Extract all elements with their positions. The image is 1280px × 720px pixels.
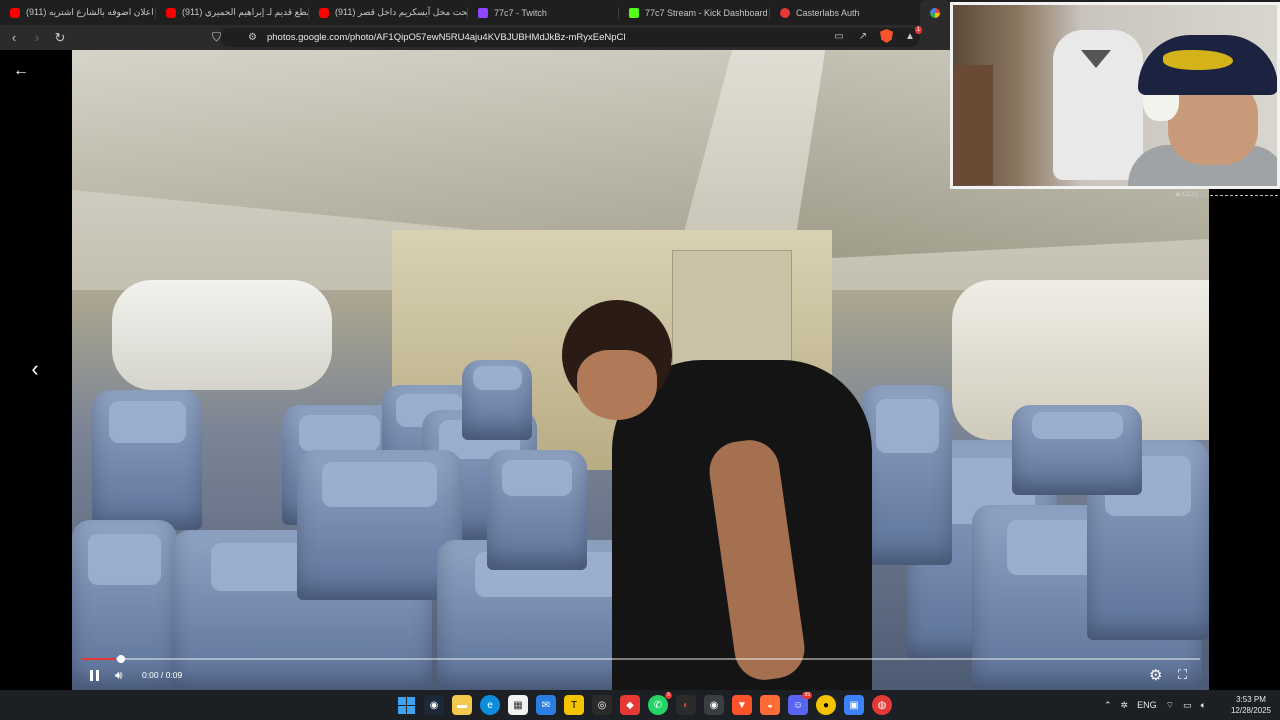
seat <box>72 520 177 690</box>
streamer <box>1128 35 1277 186</box>
address-bar[interactable]: ⛉ ⚙ photos.google.com/photo/AF1QipO57ewN… <box>212 28 920 47</box>
url-text[interactable]: photos.google.com/photo/AF1QipO57ewN5RU4… <box>267 32 626 43</box>
steam-icon[interactable]: ◉ <box>424 695 444 715</box>
notification-badge: 99 <box>802 692 812 699</box>
youtube-icon <box>319 7 329 18</box>
back-arrow-icon[interactable]: ← <box>12 62 30 80</box>
language-indicator[interactable]: ENG <box>1137 700 1157 710</box>
brave-shields-icon[interactable] <box>880 29 893 43</box>
video-progress-bar[interactable] <box>82 655 1200 663</box>
casterlabs-icon <box>780 7 790 18</box>
previous-photo-icon[interactable]: ‹ <box>26 356 44 381</box>
toolbar-actions: ▭ ↗ ▲ 1 <box>832 26 922 43</box>
app-yellow-icon[interactable]: ● <box>816 695 836 715</box>
tab-youtube-3[interactable]: (911) فتحت محل آيسكريم داخل قصر ! <box>309 0 467 25</box>
cabin-window <box>112 280 332 390</box>
tab-casterlabs[interactable]: Casterlabs Auth <box>770 0 920 25</box>
edge-icon[interactable]: e <box>480 695 500 715</box>
tab-kick-dashboard[interactable]: 77c7 Stream - Kick Dashboard <box>619 0 769 25</box>
youtube-icon <box>10 7 20 18</box>
text-editor-icon[interactable]: T <box>564 695 584 715</box>
taskbar-apps: ◉ ▬ e ▦ ✉ T ◎ ◆ ✆ 5 ◐ ◉ ▼ ◒ ☺ 99 ● ▣ ◍ <box>396 692 892 715</box>
tab-twitch[interactable]: 77c7 - Twitch <box>468 0 618 25</box>
seat <box>462 360 532 440</box>
scrubber-handle[interactable] <box>117 655 125 663</box>
tab-youtube-1[interactable]: (911) اي اعلان اضوفه بالشارع اشتريه !! <box>0 0 155 25</box>
webcam-tag: ◙ |GCC| <box>1176 192 1198 198</box>
twitch-icon <box>478 7 488 18</box>
network-icon[interactable]: ⌔ <box>1166 700 1174 711</box>
tab-title: (911) فتحت محل آيسكريم داخل قصر ! <box>335 7 467 17</box>
tab-title: 77c7 Stream - Kick Dashboard <box>645 7 768 18</box>
brave-icon[interactable]: ▼ <box>732 695 752 715</box>
pause-button[interactable] <box>86 667 102 683</box>
tab-title: Casterlabs Auth <box>796 7 860 18</box>
taskbar-clock[interactable]: 3:53 PM 12/28/2025 <box>1228 694 1274 716</box>
app-orange-icon[interactable]: ◒ <box>760 695 780 715</box>
video-time: 0:00 / 0:09 <box>142 670 183 680</box>
cast-icon[interactable]: ▭ <box>832 29 846 43</box>
tab-title: (911) اي اعلان اضوفه بالشارع اشتريه !! <box>26 7 155 17</box>
site-info-icon[interactable]: ⚙ <box>248 32 257 43</box>
youtube-icon <box>166 7 176 18</box>
notification-badge: 5 <box>665 692 672 699</box>
reload-icon[interactable]: ↻ <box>51 29 69 47</box>
webcam-overlay <box>950 2 1280 189</box>
chrome-icon[interactable]: ◉ <box>704 695 724 715</box>
discord-icon[interactable]: ☺ 99 <box>788 692 812 715</box>
speaker-icon[interactable]: 🔈︎ <box>1201 700 1206 711</box>
file-explorer-icon[interactable]: ▬ <box>452 695 472 715</box>
obs-icon[interactable]: ◎ <box>592 695 612 715</box>
person-in-aisle <box>542 280 872 690</box>
fullscreen-icon[interactable]: ⛶ <box>1178 667 1194 683</box>
seat <box>1012 405 1142 495</box>
windows-start-icon[interactable] <box>396 695 416 715</box>
seat <box>92 390 202 530</box>
display-icon[interactable]: ▭ <box>1183 700 1192 711</box>
clock-time: 3:53 PM <box>1236 695 1266 704</box>
taskbar: ◉ ▬ e ▦ ✉ T ◎ ◆ ✆ 5 ◐ ◉ ▼ ◒ ☺ 99 ● ▣ ◍ ⌃ ✲… <box>0 690 1280 720</box>
app-red-icon[interactable]: ◆ <box>620 695 640 715</box>
app-split-icon[interactable]: ◐ <box>676 695 696 715</box>
tab-title: (911) مقطع قديم لـ إبراهيم الحميري 😂🔥 <box>182 7 308 17</box>
mail-icon[interactable]: ✉ <box>536 695 556 715</box>
tab-title: 77c7 - Twitch <box>494 7 547 18</box>
tab-google-photos[interactable] <box>920 0 950 25</box>
store-icon[interactable]: ▦ <box>508 695 528 715</box>
progress-fill <box>82 658 116 660</box>
webcam-divider <box>1200 195 1278 196</box>
bed <box>953 65 993 185</box>
tab-youtube-2[interactable]: (911) مقطع قديم لـ إبراهيم الحميري 😂🔥 <box>156 0 308 25</box>
bookmark-icon[interactable]: ⛉ <box>212 30 221 45</box>
system-tray: ⌃ ✲ ENG ⌔ ▭ 🔈︎ <box>1104 690 1206 720</box>
app-blue-icon[interactable]: ▣ <box>844 695 864 715</box>
notification-badge: 1 <box>914 26 922 34</box>
google-photos-icon <box>930 7 940 18</box>
tray-app-icon[interactable]: ✲ <box>1121 700 1129 711</box>
brave-rewards-icon[interactable]: ▲ 1 <box>903 26 922 43</box>
chevron-up-icon[interactable]: ⌃ <box>1104 700 1112 711</box>
seat <box>862 385 952 565</box>
whatsapp-icon[interactable]: ✆ 5 <box>648 692 672 715</box>
volume-icon[interactable]: 🔊︎ <box>115 667 131 683</box>
settings-gear-icon[interactable]: ⚙ <box>1149 667 1165 684</box>
share-icon[interactable]: ↗ <box>856 29 870 43</box>
app-casterlabs-icon[interactable]: ◍ <box>872 695 892 715</box>
forward-nav-icon[interactable]: › <box>28 29 46 47</box>
kick-icon <box>629 7 639 18</box>
back-nav-icon[interactable]: ‹ <box>5 29 23 47</box>
clock-date: 12/28/2025 <box>1230 706 1272 715</box>
